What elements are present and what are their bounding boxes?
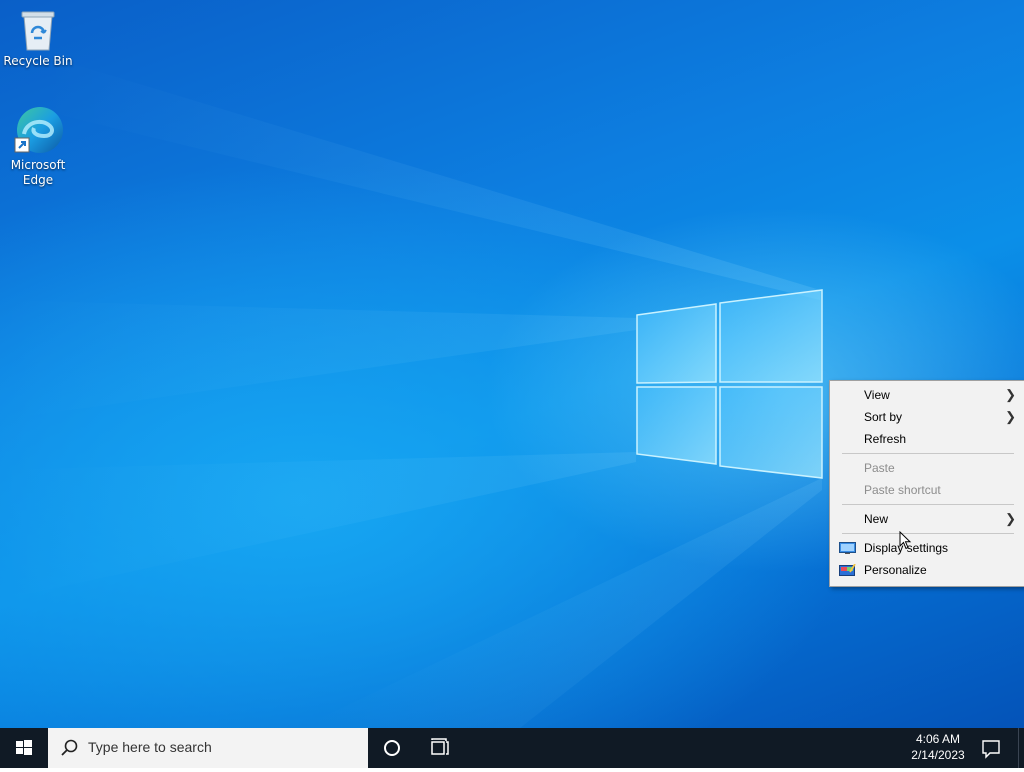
cortana-icon: [384, 740, 400, 756]
microsoft-edge-label: Microsoft Edge: [10, 158, 66, 187]
personalize-icon: [839, 564, 856, 576]
show-desktop-button[interactable]: [1018, 728, 1024, 768]
recycle-bin-label: Recycle Bin: [3, 54, 73, 68]
taskbar-search-box[interactable]: Type here to search: [48, 728, 368, 768]
menu-item-sort-by-label: Sort by: [864, 410, 903, 424]
desktop-context-menu: View ❯ Sort by ❯ Refresh Paste Paste sho…: [829, 380, 1024, 587]
notification-icon: [982, 740, 1000, 759]
search-icon: [61, 739, 78, 756]
menu-item-refresh[interactable]: Refresh: [830, 428, 1024, 450]
start-button[interactable]: [0, 728, 48, 768]
mouse-cursor-icon: [899, 531, 912, 550]
menu-item-new-label: New: [864, 512, 889, 526]
task-view-icon: [431, 738, 449, 755]
menu-item-paste-shortcut-label: Paste shortcut: [864, 483, 941, 497]
desktop[interactable]: Recycle Bin Microsoft Edge View ❯ Sort b…: [0, 0, 1024, 728]
menu-item-personalize-label: Personalize: [864, 563, 927, 577]
recycle-bin-desktop-icon[interactable]: Recycle Bin: [0, 8, 76, 69]
windows-logo-wallpaper: [636, 289, 823, 479]
wallpaper-light-beams: [0, 60, 822, 728]
menu-item-personalize[interactable]: Personalize: [830, 559, 1024, 581]
menu-separator: [842, 504, 1014, 505]
menu-separator: [842, 453, 1014, 454]
chevron-right-icon: ❯: [1005, 387, 1016, 402]
chevron-right-icon: ❯: [1005, 511, 1016, 526]
menu-item-view-label: View: [864, 388, 890, 402]
taskbar: Type here to search 4:06 AM 2/14/2023: [0, 728, 1024, 768]
microsoft-edge-desktop-icon[interactable]: Microsoft Edge: [0, 104, 76, 188]
menu-separator: [842, 533, 1014, 534]
system-clock[interactable]: 4:06 AM 2/14/2023: [902, 731, 974, 763]
menu-item-display-settings[interactable]: Display settings: [830, 537, 1024, 559]
menu-item-paste[interactable]: Paste: [830, 457, 1024, 479]
cortana-button[interactable]: [368, 728, 416, 768]
menu-item-refresh-label: Refresh: [864, 432, 907, 446]
windows-start-icon: [16, 740, 32, 755]
menu-item-paste-label: Paste: [864, 461, 895, 475]
recycle-bin-icon: [21, 11, 55, 51]
menu-item-paste-shortcut[interactable]: Paste shortcut: [830, 479, 1024, 501]
menu-item-sort-by[interactable]: Sort by ❯: [830, 406, 1024, 428]
display-icon: [839, 542, 856, 554]
edge-icon: [14, 107, 63, 153]
action-center-button[interactable]: [976, 728, 1006, 768]
clock-time: 4:06 AM: [915, 732, 961, 746]
task-view-button[interactable]: [416, 728, 464, 768]
chevron-right-icon: ❯: [1005, 409, 1016, 424]
menu-item-view[interactable]: View ❯: [830, 384, 1024, 406]
clock-date: 2/14/2023: [911, 748, 965, 762]
search-placeholder: Type here to search: [88, 739, 212, 755]
menu-item-new[interactable]: New ❯: [830, 508, 1024, 530]
